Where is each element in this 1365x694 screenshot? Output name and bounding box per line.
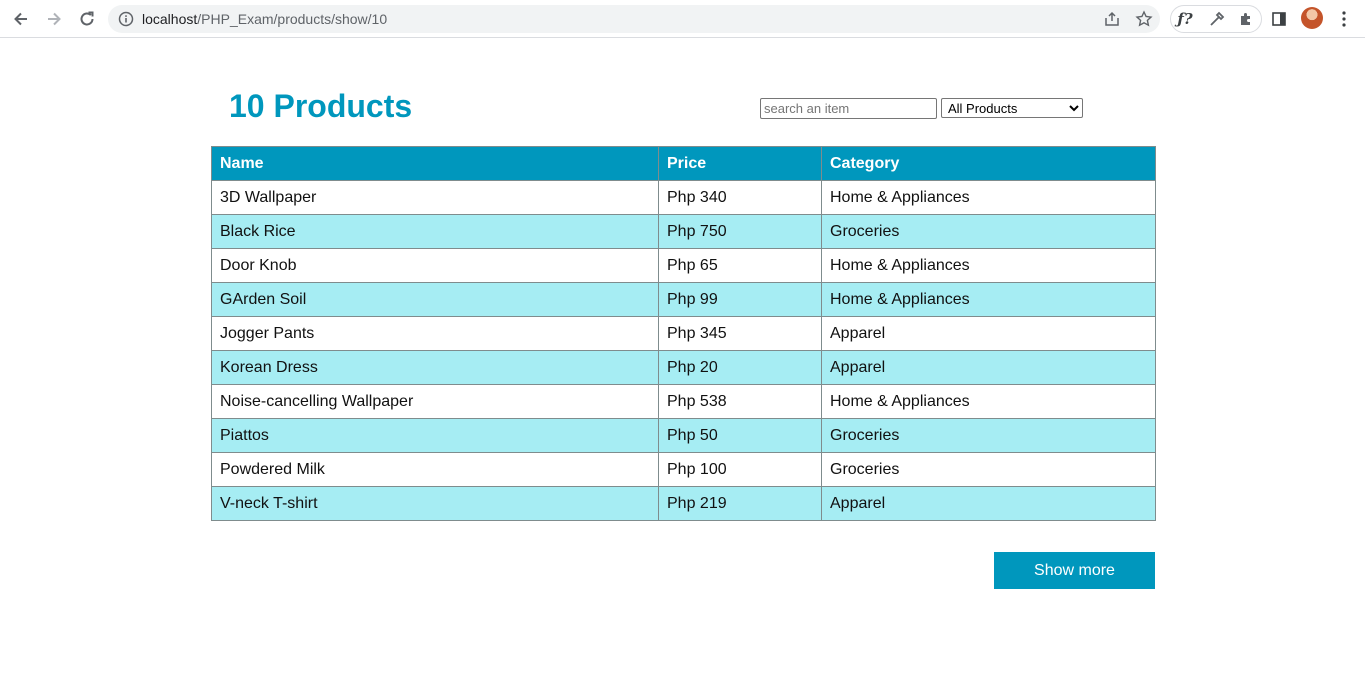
product-name-cell: Korean Dress — [211, 350, 659, 385]
category-select[interactable]: All Products — [941, 98, 1083, 118]
product-name-cell: Jogger Pants — [211, 316, 659, 351]
product-price-cell: Php 219 — [658, 486, 822, 521]
product-price-cell: Php 20 — [658, 350, 822, 385]
show-more-button[interactable]: Show more — [994, 552, 1155, 589]
browser-toolbar: localhost/PHP_Exam/products/show/10 ƒ? — [0, 0, 1365, 38]
table-row: Noise-cancelling Wallpaper Php 538 Home … — [211, 384, 1156, 419]
reload-icon[interactable] — [75, 7, 99, 31]
product-price-cell: Php 100 — [658, 452, 822, 487]
table-row: Korean Dress Php 20 Apparel — [211, 350, 1156, 385]
table-row: GArden Soil Php 99 Home & Appliances — [211, 282, 1156, 317]
color-picker-icon[interactable] — [1206, 8, 1228, 30]
side-panel-icon[interactable] — [1268, 8, 1290, 30]
product-price-cell: Php 99 — [658, 282, 822, 317]
share-icon[interactable] — [1103, 10, 1121, 28]
product-category-cell: Home & Appliances — [821, 180, 1156, 215]
product-price-cell: Php 340 — [658, 180, 822, 215]
product-category-cell: Groceries — [821, 418, 1156, 453]
product-name-cell: Noise-cancelling Wallpaper — [211, 384, 659, 419]
product-price-cell: Php 345 — [658, 316, 822, 351]
product-category-cell: Home & Appliances — [821, 384, 1156, 419]
column-header-category: Category — [821, 146, 1156, 181]
product-name-cell: Powdered Milk — [211, 452, 659, 487]
table-row: Jogger Pants Php 345 Apparel — [211, 316, 1156, 351]
profile-avatar[interactable] — [1301, 7, 1323, 29]
product-price-cell: Php 538 — [658, 384, 822, 419]
url-path: /PHP_Exam/products/show/10 — [197, 11, 388, 27]
url-host: localhost — [142, 11, 198, 27]
product-category-cell: Apparel — [821, 486, 1156, 521]
table-header-row: Name Price Category — [211, 146, 1156, 181]
product-category-cell: Groceries — [821, 214, 1156, 249]
table-row: Door Knob Php 65 Home & Appliances — [211, 248, 1156, 283]
product-price-cell: Php 65 — [658, 248, 822, 283]
product-category-cell: Home & Appliances — [821, 282, 1156, 317]
extensions-group: ƒ? — [1170, 5, 1262, 33]
product-name-cell: GArden Soil — [211, 282, 659, 317]
product-name-cell: Piattos — [211, 418, 659, 453]
table-row: Powdered Milk Php 100 Groceries — [211, 452, 1156, 487]
address-url: localhost/PHP_Exam/products/show/10 — [142, 11, 387, 27]
product-name-cell: 3D Wallpaper — [211, 180, 659, 215]
search-input[interactable] — [760, 98, 937, 119]
puzzle-extensions-icon[interactable] — [1235, 8, 1257, 30]
page-title: 10 Products — [229, 88, 413, 124]
function-extension-icon[interactable]: ƒ? — [1174, 8, 1196, 30]
forward-arrow-icon[interactable] — [42, 7, 66, 31]
table-row: Piattos Php 50 Groceries — [211, 418, 1156, 453]
products-table: Name Price Category 3D Wallpaper Php 340… — [211, 146, 1156, 521]
product-category-cell: Home & Appliances — [821, 248, 1156, 283]
column-header-price: Price — [658, 146, 822, 181]
back-arrow-icon[interactable] — [9, 7, 33, 31]
product-name-cell: V-neck T-shirt — [211, 486, 659, 521]
more-menu-icon[interactable] — [1333, 8, 1355, 30]
product-category-cell: Apparel — [821, 316, 1156, 351]
site-info-icon[interactable] — [118, 11, 134, 27]
bookmark-star-icon[interactable] — [1135, 10, 1153, 28]
product-price-cell: Php 50 — [658, 418, 822, 453]
product-name-cell: Door Knob — [211, 248, 659, 283]
column-header-name: Name — [211, 146, 659, 181]
table-row: Black Rice Php 750 Groceries — [211, 214, 1156, 249]
address-bar[interactable]: localhost/PHP_Exam/products/show/10 — [108, 5, 1160, 33]
product-category-cell: Groceries — [821, 452, 1156, 487]
product-category-cell: Apparel — [821, 350, 1156, 385]
table-row: V-neck T-shirt Php 219 Apparel — [211, 486, 1156, 521]
product-price-cell: Php 750 — [658, 214, 822, 249]
product-name-cell: Black Rice — [211, 214, 659, 249]
table-row: 3D Wallpaper Php 340 Home & Appliances — [211, 180, 1156, 215]
